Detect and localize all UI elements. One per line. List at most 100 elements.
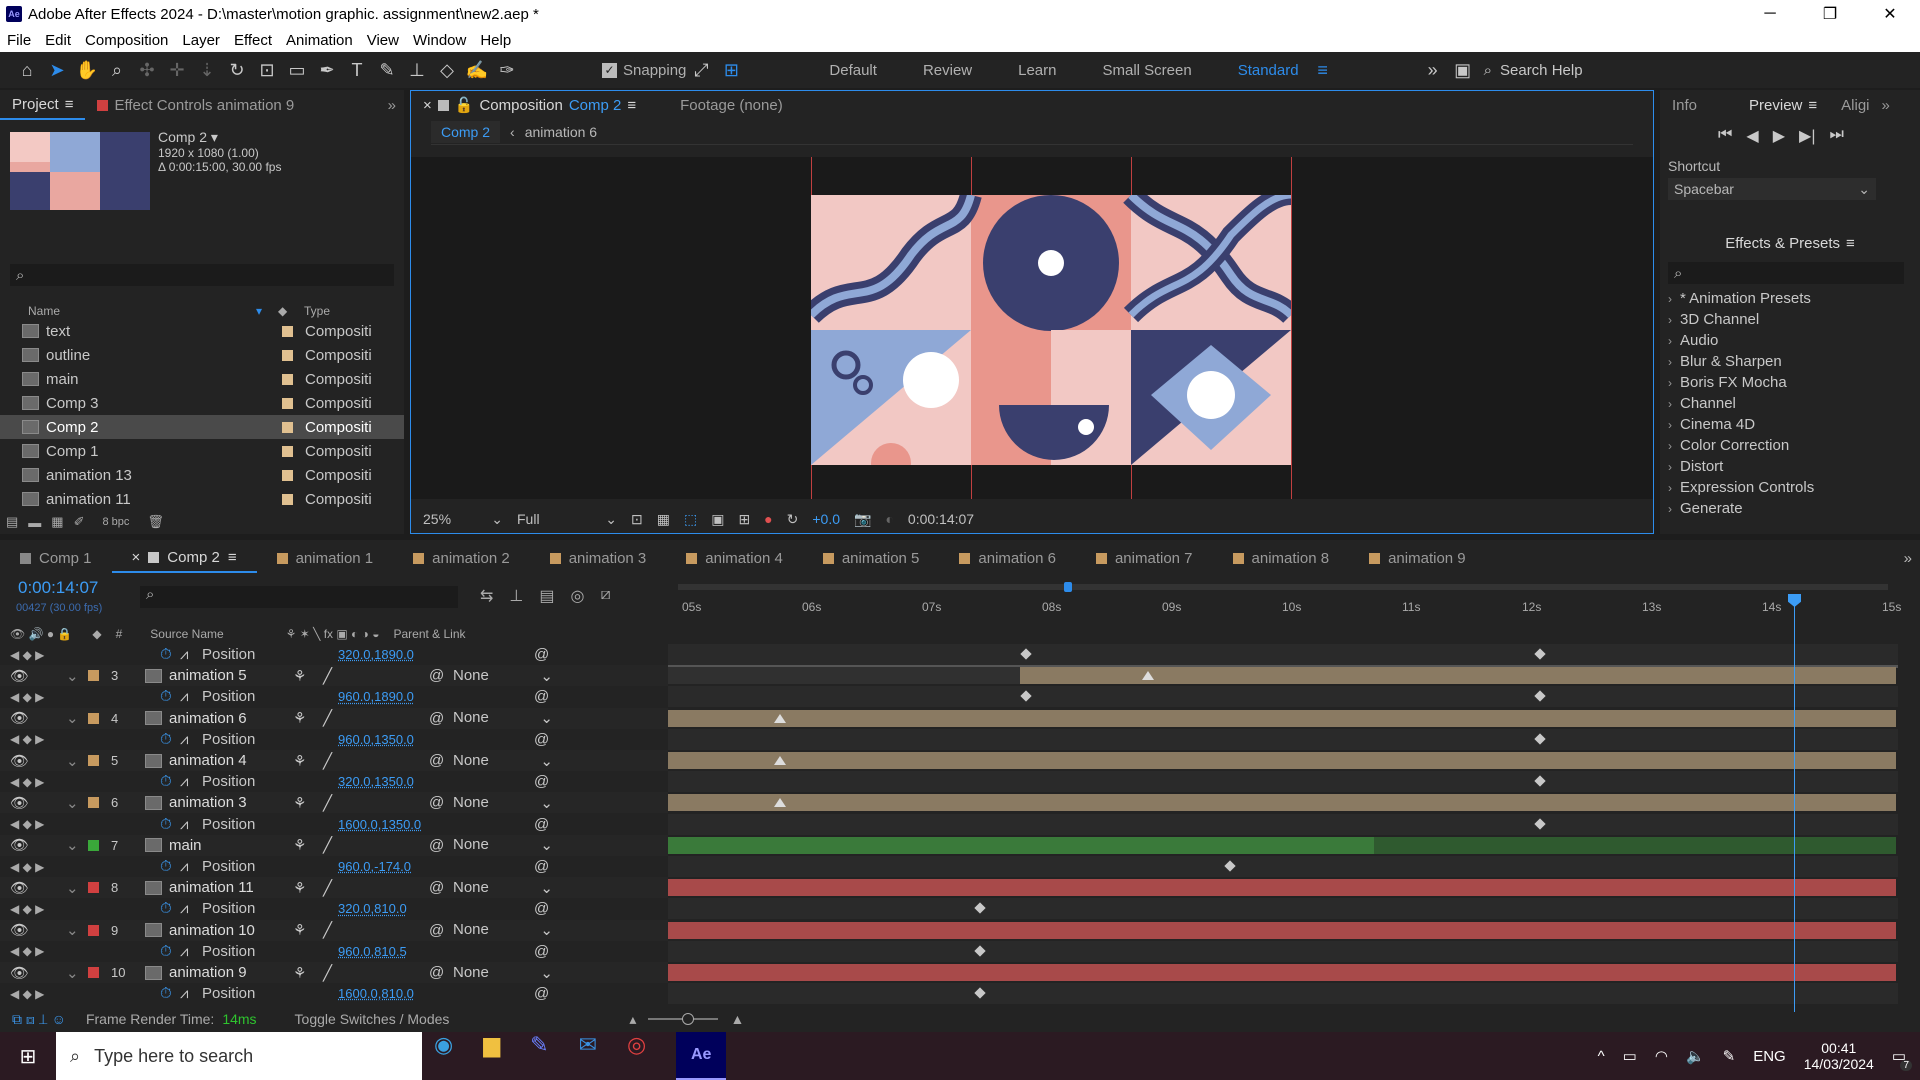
panel-overflow-icon[interactable]: » [1904,550,1920,567]
windows-start-icon[interactable]: ⊞ [0,1044,56,1069]
pickwhip-icon[interactable]: @ [534,688,549,705]
layer-name[interactable]: animation 9 [169,964,293,981]
work-area-start-handle[interactable] [1064,582,1072,592]
pickwhip-icon[interactable]: @ [429,879,453,896]
menu-animation[interactable]: Animation [279,32,360,49]
search-help-field[interactable]: ⌕ Search Help [1484,58,1714,82]
keyframe[interactable] [1020,648,1032,660]
property-value[interactable]: 960.0,1350.0 [338,732,534,747]
stopwatch-icon[interactable]: ⏱ [160,646,180,663]
keyframe-nav-icons[interactable]: ◀ ◆ ▶ [10,690,160,704]
mask-visibility-icon[interactable]: ⬚ [684,511,697,528]
pickwhip-icon[interactable]: @ [429,752,453,769]
rectangle-tool-icon[interactable]: ▭ [282,56,312,84]
pickwhip-icon[interactable]: @ [534,816,549,833]
parent-select[interactable]: None ⌄ [453,794,553,812]
property-row[interactable]: ◀ ◆ ▶ ⏱ ⩘ Position 960.0,1890.0 @ [0,686,668,707]
parent-select[interactable]: None ⌄ [453,667,553,685]
quality-switch-icon[interactable]: ╱ [323,752,429,770]
tab-preview[interactable]: Preview ≡ [1737,97,1829,114]
parent-select[interactable]: None ⌄ [453,752,553,770]
graph-editor-icon[interactable]: ⧄ [600,586,610,606]
stopwatch-icon[interactable]: ⏱ [160,731,180,748]
property-track[interactable] [668,983,1898,1004]
parent-select[interactable]: None ⌄ [453,879,553,897]
volume-icon[interactable]: 🔈 [1686,1047,1705,1065]
layer-row[interactable]: 👁 ⌄ 4 animation 6 ⚘ ╱ @ None ⌄ [0,707,668,729]
layer-name[interactable]: animation 6 [169,710,293,727]
property-value[interactable]: 1600.0,810.0 [338,986,534,1001]
eye-icon[interactable]: 👁 [10,836,66,854]
property-value[interactable]: 320.0,810.0 [338,901,534,916]
stopwatch-icon[interactable]: ⏱ [160,773,180,790]
effects-category[interactable]: › Audio [1660,330,1920,351]
expand-chevron-icon[interactable]: ⌄ [66,752,88,770]
keyframe[interactable] [974,902,986,915]
workspace-small-screen[interactable]: Small Screen [1080,62,1215,79]
quality-switch-icon[interactable]: ╱ [323,879,429,897]
keyframe[interactable] [974,987,986,999]
menu-layer[interactable]: Layer [175,32,227,49]
eraser-tool-icon[interactable]: ◇ [432,56,462,84]
keyframe[interactable] [974,945,986,957]
minimize-icon[interactable]: ─ [1740,0,1800,28]
panel-overflow-icon[interactable]: » [1882,97,1890,114]
effects-search-input[interactable]: ⌕ [1668,262,1904,284]
column-source-name[interactable]: Source Name [150,627,223,641]
menu-help[interactable]: Help [473,32,518,49]
lock-icon[interactable]: 🔓 [455,96,474,114]
new-comp-icon[interactable]: ▦ [51,514,63,530]
stopwatch-icon[interactable]: ⏱ [160,688,180,705]
property-track[interactable] [668,813,1898,835]
timeline-tab[interactable]: animation 1 [257,543,394,573]
type-tool-icon[interactable]: T [342,56,372,84]
tab-effects-presets[interactable]: Effects & Presets ≡ [1713,235,1867,252]
eye-icon[interactable]: 👁 [10,964,66,982]
toggle-switches-modes[interactable]: Toggle Switches / Modes [295,1011,450,1027]
layer-name[interactable]: animation 3 [169,794,293,811]
hand-tool-icon[interactable]: ✋ [72,56,102,84]
keyframe[interactable] [1020,690,1032,703]
effects-category[interactable]: › Blur & Sharpen [1660,351,1920,372]
layer-duration-bar[interactable] [668,750,1898,771]
comp-name[interactable]: Comp 2 ▾ [158,128,281,146]
menu-effect[interactable]: Effect [227,32,279,49]
panel-menu-icon[interactable]: ≡ [1846,235,1855,252]
workspace-menu-icon[interactable]: ≡ [1308,56,1338,84]
edge-icon[interactable]: ◉ [434,1032,453,1080]
property-row[interactable]: ◀ ◆ ▶ ⏱ ⩘ Position 320.0,1350.0 @ [0,771,668,792]
flowchart-icon[interactable]: ✐ [74,514,85,530]
snap-features-icon[interactable]: ⊞ [716,56,746,84]
pen-icon[interactable]: ✎ [1723,1047,1736,1065]
restore-icon[interactable]: ❐ [1800,0,1860,28]
property-row[interactable]: ◀ ◆ ▶ ⏱ ⩘ Position 960.0,-174.0 @ [0,856,668,877]
project-item[interactable]: Comp 2 Compositi [0,415,404,439]
draft-3d-icon[interactable]: ⊥ [509,586,523,606]
timeline-tab[interactable]: × Comp 2 ≡ [111,543,257,573]
layer-row[interactable]: 👁 ⌄ 10 animation 9 ⚘ ╱ @ None ⌄ [0,962,668,983]
quality-switch-icon[interactable]: ╱ [323,667,429,685]
project-item[interactable]: Comp 1 Compositi [0,439,404,463]
quality-switch-icon[interactable]: ╱ [323,921,429,939]
toggle-panes-icon[interactable]: ⧉ ⧈ ⊥ ☺ [12,1011,66,1028]
effects-category[interactable]: › Color Correction [1660,435,1920,456]
next-frame-icon[interactable]: ▶| [1799,126,1815,146]
column-parent-link[interactable]: Parent & Link [393,627,465,641]
exposure-value[interactable]: +0.0 [812,511,840,527]
tab-info[interactable]: Info [1660,97,1709,114]
snap-edges-icon[interactable]: ⤢ [686,56,716,84]
layer-marker[interactable] [1142,671,1154,681]
channels-icon[interactable]: ● [764,511,772,527]
effects-category[interactable]: › Generate [1660,498,1920,514]
property-track[interactable] [668,728,1898,750]
eye-icon[interactable]: 👁 [10,709,66,727]
label-tag-icon[interactable]: ◆ [278,304,304,318]
timeline-tab[interactable]: animation 8 [1213,543,1350,573]
pickwhip-icon[interactable]: @ [429,837,453,854]
parent-select[interactable]: None ⌄ [453,709,553,727]
timeline-tab[interactable]: animation 4 [666,543,803,573]
eye-icon[interactable]: 👁 [10,667,66,685]
layer-duration-bar[interactable] [668,835,1898,856]
layer-name[interactable]: animation 5 [169,667,293,684]
workspace-default[interactable]: Default [806,62,900,79]
